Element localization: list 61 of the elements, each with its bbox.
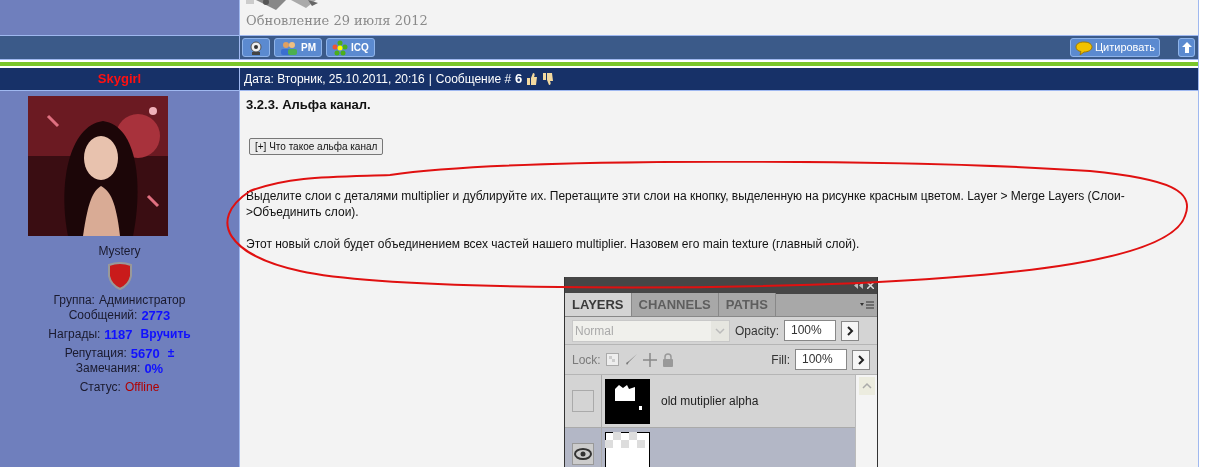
- collapse-icon[interactable]: [854, 282, 863, 289]
- profile-link-button[interactable]: ICQ: [326, 38, 375, 57]
- blend-mode-dropdown[interactable]: Normal: [572, 319, 730, 342]
- author-name[interactable]: Skygirl: [97, 69, 142, 89]
- eye-icon[interactable]: [572, 443, 594, 465]
- stat-label: Награды:: [48, 327, 101, 342]
- thumbs-down-icon[interactable]: [542, 73, 555, 85]
- stat-label: Сообщений:: [68, 308, 138, 323]
- profile-link-button[interactable]: PM: [274, 38, 322, 57]
- fill-label: Fill:: [771, 351, 790, 369]
- post-date: Дата: Вторник, 25.10.2011, 20:16: [244, 71, 425, 88]
- fill-field[interactable]: 100%: [795, 349, 847, 370]
- thumbs-up-icon[interactable]: [526, 73, 539, 85]
- panel-tab[interactable]: PATHS: [718, 293, 776, 316]
- stat-value: 0%: [144, 361, 164, 376]
- opacity-label: Opacity:: [735, 322, 779, 340]
- up-arrow-icon: [1181, 42, 1192, 53]
- panel-menu-icon[interactable]: [860, 301, 874, 309]
- stat-action-link[interactable]: Вручить: [140, 327, 191, 342]
- post-title: 3.2.3. Альфа канал.: [246, 96, 372, 114]
- checker-icon[interactable]: [605, 353, 619, 366]
- separator-text: |: [428, 71, 432, 88]
- webcam-icon: [248, 40, 264, 55]
- spoiler-button[interactable]: [+] Что такое альфа канал: [249, 137, 384, 155]
- update-text: Обновление 29 июля 2012: [246, 12, 429, 30]
- close-icon[interactable]: [867, 282, 874, 289]
- chevron-down-icon: [711, 320, 729, 341]
- play-icon[interactable]: [841, 320, 859, 341]
- stat-label: Репутация:: [64, 346, 127, 361]
- group-value: Администратор: [98, 293, 186, 308]
- profile-link-button[interactable]: [242, 38, 270, 57]
- stat-action-link[interactable]: ±: [167, 346, 175, 361]
- flower-icon: [332, 39, 348, 56]
- layer-name: old mutiplier alpha: [661, 393, 759, 410]
- post-paragraph: Этот новый слой будет объединением всех частей нашего multiplier. Назовем его main texture (главный слой).: [246, 235, 861, 252]
- speech-bubble-icon: [1074, 40, 1093, 55]
- stat-value: 2773: [141, 308, 171, 323]
- scroll-top-button[interactable]: [1178, 38, 1195, 57]
- user-rank: Mystery: [98, 243, 141, 260]
- stat-label: Статус:: [79, 380, 121, 395]
- message-number[interactable]: 6: [515, 69, 523, 89]
- scrollbar[interactable]: [855, 375, 877, 467]
- quote-button[interactable]: Цитировать: [1069, 38, 1160, 57]
- stat-label: Группа:: [53, 293, 95, 308]
- panel-tab[interactable]: CHANNELS: [631, 293, 719, 316]
- layer-thumbnail: [605, 378, 650, 424]
- layer-row[interactable]: old mutiplier alpha: [565, 375, 855, 428]
- users-icon: [280, 40, 298, 55]
- post-paragraph: Выделите слои с деталями multiplier и дублируйте их. Перетащите эти слои на кнопку, выделенную на рисунке красным цветом. Layer > Merge Layers (Слои->Объединить слои).: [246, 187, 1126, 220]
- play-icon[interactable]: [852, 349, 870, 370]
- layer-thumbnail: [605, 431, 650, 467]
- opacity-field[interactable]: 100%: [784, 320, 836, 341]
- status-value: Offline: [124, 380, 160, 395]
- lock-label: Lock:: [572, 351, 601, 369]
- stat-value: 5670: [130, 346, 160, 361]
- message-label: Сообщение #: [435, 71, 512, 88]
- stat-value: 1187: [104, 327, 133, 342]
- stat-label: Замечания:: [75, 361, 141, 376]
- visibility-toggle[interactable]: [572, 390, 594, 412]
- shield-icon: [106, 262, 133, 290]
- panel-tab[interactable]: LAYERS: [565, 293, 632, 316]
